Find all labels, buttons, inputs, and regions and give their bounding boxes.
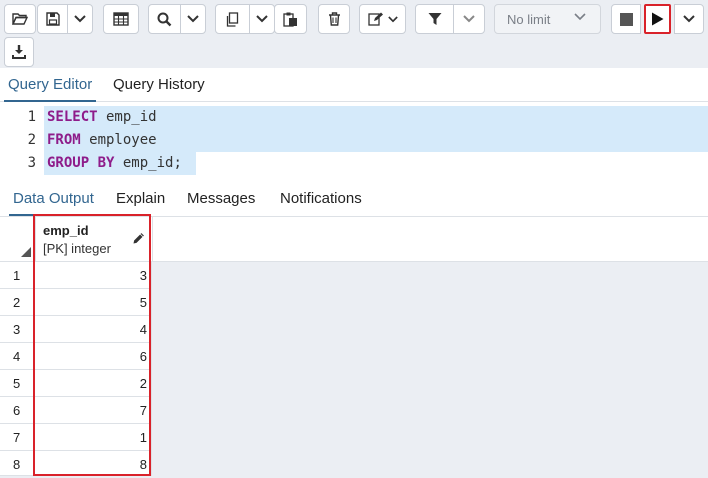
tab-notifications[interactable]: Notifications <box>280 182 362 215</box>
tab-query-history[interactable]: Query History <box>113 68 205 101</box>
chevron-down-icon <box>187 15 199 23</box>
table-cell[interactable]: 4 <box>36 316 152 343</box>
execute-button[interactable] <box>644 4 671 34</box>
save-button[interactable] <box>37 4 68 34</box>
table-cell[interactable]: 5 <box>36 289 152 316</box>
edit-icon <box>367 12 383 26</box>
sql-editor[interactable]: 1 SELECT emp_id 2 FROM employee 3 GROUP … <box>0 102 708 182</box>
paste-icon <box>283 12 297 27</box>
download-icon <box>12 45 26 59</box>
row-number: 4 <box>0 343 35 370</box>
grid-header: emp_id [PK] integer <box>0 217 708 262</box>
chevron-down-icon <box>387 15 398 22</box>
table-row[interactable]: 52 <box>0 370 152 397</box>
table-cell[interactable]: 6 <box>36 343 152 370</box>
play-icon <box>652 12 664 26</box>
filter-icon <box>428 13 441 25</box>
sql-text: emp_id; <box>114 155 182 171</box>
stop-icon <box>619 12 633 26</box>
row-number: 1 <box>0 262 35 289</box>
sql-keyword: SELECT <box>47 109 98 125</box>
copy-button[interactable] <box>215 4 250 34</box>
tab-messages[interactable]: Messages <box>187 182 255 215</box>
chevron-down-icon <box>683 15 695 23</box>
sql-text: emp_id <box>97 109 157 125</box>
row-number: 8 <box>0 451 35 476</box>
save-icon <box>45 12 60 26</box>
copy-icon <box>226 11 239 27</box>
toolbar: No limit <box>0 0 708 68</box>
tab-data-output[interactable]: Data Output <box>9 182 98 216</box>
column-name: emp_id <box>43 223 89 238</box>
line-number: 2 <box>27 132 36 148</box>
table-icon <box>113 12 129 26</box>
save-options-dropdown[interactable] <box>67 4 93 34</box>
tab-query-editor[interactable]: Query Editor <box>3 68 97 102</box>
table-row[interactable]: 34 <box>0 316 152 343</box>
code-line[interactable]: FROM employee <box>47 132 157 148</box>
stop-button[interactable] <box>611 4 641 34</box>
open-file-button[interactable] <box>4 4 36 34</box>
code-line[interactable]: GROUP BY emp_id; <box>47 155 182 171</box>
row-number: 5 <box>0 370 35 397</box>
folder-open-icon <box>12 13 28 25</box>
editor-tabs: Query Editor Query History <box>0 68 708 102</box>
table-cell[interactable]: 2 <box>36 370 152 397</box>
sql-text: employee <box>80 132 157 148</box>
filter-options-dropdown[interactable] <box>453 4 485 34</box>
chevron-down-icon <box>256 15 268 23</box>
find-options-dropdown[interactable] <box>180 4 206 34</box>
tab-explain[interactable]: Explain <box>116 182 165 215</box>
line-number: 3 <box>27 155 36 171</box>
filter-button[interactable] <box>415 4 454 34</box>
row-limit-select[interactable]: No limit <box>494 4 601 34</box>
table-cell[interactable]: 3 <box>36 262 152 289</box>
code-line[interactable]: SELECT emp_id <box>47 109 157 125</box>
table-row[interactable]: 13 <box>0 262 152 289</box>
chevron-down-icon <box>74 15 86 23</box>
table-row[interactable]: 46 <box>0 343 152 370</box>
chevron-down-icon <box>463 15 475 23</box>
paste-button[interactable] <box>274 4 307 34</box>
line-number: 1 <box>27 109 36 125</box>
sql-keyword: FROM <box>47 132 81 148</box>
table-row[interactable]: 71 <box>0 424 152 451</box>
table-cell[interactable]: 7 <box>36 397 152 424</box>
table-cell[interactable]: 1 <box>36 424 152 451</box>
row-number: 6 <box>0 397 35 424</box>
table-row[interactable]: 25 <box>0 289 152 316</box>
edit-button[interactable] <box>359 4 406 34</box>
column-type: [PK] integer <box>43 241 111 256</box>
search-icon <box>157 12 172 26</box>
row-number: 7 <box>0 424 35 451</box>
column-header-emp-id[interactable]: emp_id [PK] integer <box>36 217 153 261</box>
download-button[interactable] <box>4 37 34 67</box>
table-row[interactable]: 88 <box>0 451 152 476</box>
execute-options-dropdown[interactable] <box>674 4 704 34</box>
copy-options-dropdown[interactable] <box>249 4 275 34</box>
chevron-down-icon <box>574 13 586 21</box>
pencil-icon <box>133 233 144 244</box>
row-number: 3 <box>0 316 35 343</box>
view-data-button[interactable] <box>103 4 139 34</box>
select-all-corner[interactable] <box>0 217 36 261</box>
row-number: 2 <box>0 289 35 316</box>
output-tabs: Data Output Explain Messages Notificatio… <box>0 182 708 217</box>
results-grid: emp_id [PK] integer 13 25 34 46 52 67 71… <box>0 217 708 476</box>
row-limit-value: No limit <box>507 11 551 27</box>
trash-icon <box>328 12 340 26</box>
sql-keyword: GROUP BY <box>47 155 115 171</box>
find-button[interactable] <box>148 4 181 34</box>
table-row[interactable]: 67 <box>0 397 152 424</box>
delete-button[interactable] <box>318 4 350 34</box>
table-cell[interactable]: 8 <box>36 451 152 476</box>
